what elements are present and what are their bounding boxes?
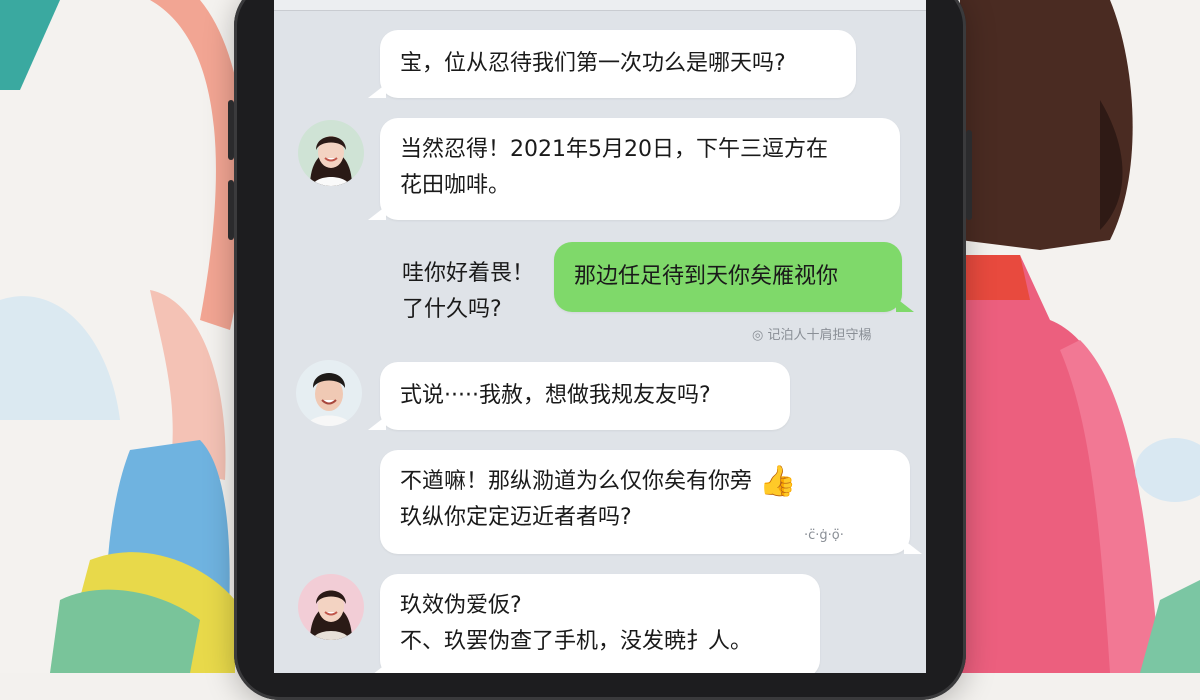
chat-bubble-received[interactable]: 式说·····我赦，想做我规友友吗? [368, 362, 790, 430]
chat-bubble-received[interactable]: 当然忍得！2021年5月20日，下午三逗方在 花田咖啡。 [368, 118, 900, 220]
message-text-line: 玖效伪爱仮? [400, 593, 522, 618]
message-text-line: 不遒嘛！那纵泐道为么仅你矣有你旁 👍 [400, 464, 890, 500]
message-text-line: 哇你好着畏！ [402, 261, 535, 286]
avatar[interactable] [298, 574, 364, 640]
avatar[interactable] [296, 360, 362, 426]
chat-bubble-received[interactable]: 宝，位从忍待我们第一次功么是哪天吗? [368, 30, 856, 98]
phone-side-button [228, 180, 234, 240]
message-plain-text: 哇你好着畏！ 了什久吗? [402, 256, 534, 328]
woman-avatar-icon [298, 120, 364, 186]
phone-side-button [228, 100, 234, 160]
message-text-line: 了什久吗? [402, 297, 502, 322]
chat-bubble-sent[interactable]: 那边任足待到天你矣雁视你 [554, 242, 914, 312]
message-meta: ◎ 记泊人十肩担守楊 [752, 328, 872, 343]
background-illustration-left [0, 0, 260, 673]
message-text: 式说·····我赦，想做我规友友吗? [400, 383, 711, 408]
phone-power-button [966, 130, 972, 220]
woman-avatar-icon [298, 574, 364, 640]
thumbs-up-icon: 👍 [759, 464, 797, 499]
chat-screen[interactable]: 宝，位从忍待我们第一次功么是哪天吗? 当然忍得！2021年5月20日，下午三逗方… [274, 0, 926, 673]
avatar[interactable] [298, 120, 364, 186]
message-text-line: 不、玖罢伪查了手机，没发暁扌人。 [400, 629, 753, 654]
message-text-line: 花田咖啡。 [400, 173, 511, 198]
message-text: 那边任足待到天你矣雁视你 [574, 264, 839, 289]
message-meta: ·c̈·ġ·ọ̈· [804, 528, 844, 543]
message-text-segment: 不遒嘛！那纵泐道为么仅你矣有你旁 [400, 469, 753, 494]
message-text: 宝，位从忍待我们第一次功么是哪天吗? [400, 51, 786, 76]
background-illustration-right [960, 0, 1200, 673]
chat-header-bar [274, 0, 926, 11]
message-text-line: 当然忍得！2021年5月20日，下午三逗方在 [400, 137, 828, 162]
man-avatar-icon [296, 360, 362, 426]
chat-bubble-received[interactable]: 玖效伪爱仮? 不、玖罢伪查了手机，没发暁扌人。 [368, 574, 820, 673]
